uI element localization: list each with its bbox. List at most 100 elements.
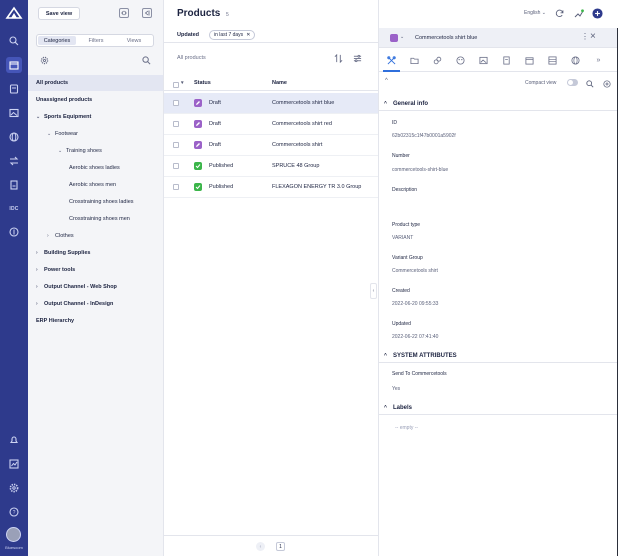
row-checkbox[interactable] xyxy=(173,163,179,169)
filter-chip[interactable]: in last 7 days ✕ xyxy=(209,30,256,40)
collapse-sidebar-icon[interactable] xyxy=(142,8,152,18)
tasks-icon[interactable] xyxy=(6,81,22,97)
tree-item[interactable]: Aerobic shoes men xyxy=(28,177,163,193)
chevron-right-icon[interactable]: › xyxy=(36,284,44,290)
tab-filters[interactable]: Filters xyxy=(77,35,115,46)
expand-collapse-icon[interactable] xyxy=(119,8,129,18)
chevron-right-icon[interactable]: › xyxy=(36,250,44,256)
field-value-id[interactable]: 62b02315c1f47b0001a5902f xyxy=(392,133,456,139)
field-value-number[interactable]: commercetools-shirt-blue xyxy=(392,167,448,173)
tab-links-icon[interactable] xyxy=(431,54,444,67)
column-name[interactable]: Name xyxy=(272,80,287,86)
table-row[interactable]: Published FLEXAGON ENERGY TR 3.0 Group xyxy=(164,177,378,198)
add-field-icon[interactable] xyxy=(601,78,612,89)
prev-page-icon[interactable]: ‹ xyxy=(256,542,265,551)
tree-item[interactable]: ⌄ Training shoes xyxy=(28,143,163,159)
remove-filter-icon[interactable]: ✕ xyxy=(246,32,250,38)
row-name[interactable]: SPRUCE 48 Group xyxy=(272,163,319,169)
images-icon[interactable] xyxy=(6,105,22,121)
tree-item[interactable]: Crosstraining shoes ladies xyxy=(28,194,163,210)
row-name[interactable]: Commercetools shirt blue xyxy=(272,100,334,106)
tab-images-icon[interactable] xyxy=(477,54,490,67)
avatar[interactable] xyxy=(6,527,21,542)
row-checkbox[interactable] xyxy=(173,184,179,190)
money-icon[interactable] xyxy=(6,224,22,240)
refresh-icon[interactable] xyxy=(554,8,565,19)
tree-item[interactable]: ⌄ Sports Equipment xyxy=(28,109,163,125)
table-row[interactable]: Draft Commercetools shirt blue xyxy=(164,93,378,114)
chevron-right-icon[interactable]: › xyxy=(36,301,44,307)
transfer-icon[interactable] xyxy=(6,153,22,169)
tree-item[interactable]: ERP Hierarchy xyxy=(28,313,163,329)
section-labels[interactable]: ^ Labels xyxy=(379,401,617,415)
field-value-variant-group[interactable]: Commercetools shirt xyxy=(392,268,438,274)
tab-palette-icon[interactable] xyxy=(454,54,467,67)
tree-search-icon[interactable] xyxy=(141,55,151,65)
table-row[interactable]: Draft Commercetools shirt xyxy=(164,135,378,156)
idc-icon[interactable]: IDC xyxy=(6,201,22,217)
add-icon[interactable] xyxy=(592,8,603,19)
tree-item[interactable]: Unassigned products xyxy=(28,92,163,108)
collapse-all-icon[interactable]: ^ xyxy=(385,78,388,84)
row-checkbox[interactable] xyxy=(173,142,179,148)
products-icon[interactable] xyxy=(6,57,22,73)
field-search-icon[interactable] xyxy=(584,78,595,89)
row-checkbox[interactable] xyxy=(173,100,179,106)
page-number[interactable]: 1 xyxy=(276,542,285,551)
tab-channels-icon[interactable] xyxy=(569,54,582,67)
tree-item[interactable]: Aerobic shoes ladies xyxy=(28,160,163,176)
columns-settings-icon[interactable] xyxy=(352,53,362,63)
tree-item[interactable]: All products xyxy=(28,75,163,91)
tree-item[interactable]: › Output Channel - Web Shop xyxy=(28,279,163,295)
table-row[interactable]: Published SPRUCE 48 Group xyxy=(164,156,378,177)
field-value-send-to-commercetools[interactable]: Yes xyxy=(392,386,400,392)
select-menu-caret-icon[interactable]: ▾ xyxy=(181,80,184,86)
select-all-checkbox[interactable] xyxy=(173,82,179,88)
chevron-down-icon[interactable]: ⌄ xyxy=(58,148,66,154)
app-logo-icon[interactable] xyxy=(5,6,23,20)
section-general-info[interactable]: ^ General info xyxy=(379,97,617,111)
close-icon[interactable]: × xyxy=(590,31,596,42)
status-dropdown-icon[interactable]: ⌄ xyxy=(400,34,404,40)
globe-icon[interactable] xyxy=(6,129,22,145)
tree-item[interactable]: Crosstraining shoes men xyxy=(28,211,163,227)
settings-icon[interactable] xyxy=(6,480,22,496)
panel-collapse-handle[interactable]: ‹ xyxy=(370,283,377,299)
chevron-right-icon[interactable]: › xyxy=(47,233,55,239)
search-icon[interactable] xyxy=(6,33,22,49)
tab-views[interactable]: Views xyxy=(115,35,153,46)
row-name[interactable]: Commercetools shirt red xyxy=(272,121,332,127)
column-status[interactable]: Status xyxy=(194,80,211,86)
more-tabs-icon[interactable]: » xyxy=(592,54,605,67)
tab-categories[interactable]: Categories xyxy=(38,36,76,45)
tab-table-icon[interactable] xyxy=(546,54,559,67)
row-name[interactable]: FLEXAGON ENERGY TR 3.0 Group xyxy=(272,184,361,190)
tree-item[interactable]: › Output Channel - InDesign xyxy=(28,296,163,312)
help-icon[interactable]: ? xyxy=(6,504,22,520)
report-icon[interactable] xyxy=(6,177,22,193)
table-row[interactable]: Draft Commercetools shirt red xyxy=(164,114,378,135)
tree-item[interactable]: ⌄ Footwear xyxy=(28,126,163,142)
tree-settings-icon[interactable] xyxy=(39,55,49,65)
status-draft-icon[interactable] xyxy=(390,34,398,42)
tab-documents-icon[interactable] xyxy=(500,54,513,67)
tree-item[interactable]: › Power tools xyxy=(28,262,163,278)
sync-status-icon[interactable] xyxy=(573,8,584,19)
field-value-product-type[interactable]: VARIANT xyxy=(392,235,413,241)
tab-folder-icon[interactable] xyxy=(408,54,421,67)
tree-item[interactable]: › Clothes xyxy=(28,228,163,244)
analytics-icon[interactable] xyxy=(6,456,22,472)
save-view-button[interactable]: Save view xyxy=(38,7,80,20)
sort-icon[interactable] xyxy=(333,53,343,63)
row-name[interactable]: Commercetools shirt xyxy=(272,142,322,148)
chevron-right-icon[interactable]: › xyxy=(36,267,44,273)
compact-view-toggle[interactable] xyxy=(567,79,578,86)
chevron-down-icon[interactable]: ⌄ xyxy=(36,114,44,120)
tab-calendar-icon[interactable] xyxy=(523,54,536,67)
language-selector[interactable]: English ⌄ xyxy=(524,10,546,16)
row-checkbox[interactable] xyxy=(173,121,179,127)
more-options-icon[interactable]: ⋮ xyxy=(581,32,589,41)
tree-item[interactable]: › Building Supplies xyxy=(28,245,163,261)
tab-attributes-icon[interactable] xyxy=(383,54,400,72)
chevron-down-icon[interactable]: ⌄ xyxy=(47,131,55,137)
